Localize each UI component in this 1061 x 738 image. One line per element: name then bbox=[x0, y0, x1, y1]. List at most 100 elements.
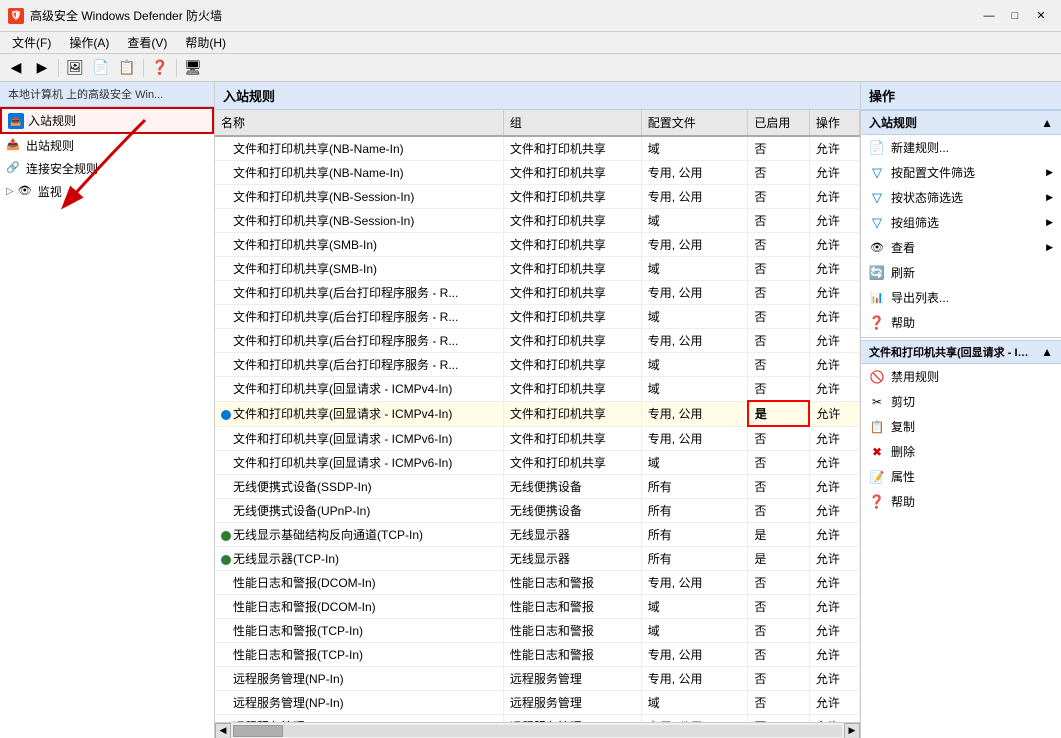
table-row[interactable]: 文件和打印机共享(后台打印程序服务 - R...文件和打印机共享专用, 公用否允… bbox=[215, 281, 860, 305]
action-properties[interactable]: 📝 属性 bbox=[861, 464, 1061, 489]
scroll-left-btn[interactable]: ◀ bbox=[215, 723, 231, 738]
menu-file[interactable]: 文件(F) bbox=[4, 32, 59, 53]
toolbar-properties[interactable]: ❓ bbox=[148, 57, 172, 79]
cell-name: 性能日志和警报(DCOM-In) bbox=[215, 595, 503, 619]
cell-profile: 专用, 公用 bbox=[641, 667, 748, 691]
toolbar-up[interactable]: 🖼 bbox=[63, 57, 87, 79]
action-view[interactable]: 👁 查看 ▶ bbox=[861, 235, 1061, 260]
col-name[interactable]: 名称 bbox=[215, 110, 503, 136]
menu-view[interactable]: 查看(V) bbox=[119, 32, 175, 53]
sidebar-item-outbound[interactable]: 📤 出站规则 bbox=[0, 134, 214, 157]
cell-enabled: 否 bbox=[748, 185, 809, 209]
table-row[interactable]: 文件和打印机共享(后台打印程序服务 - R...文件和打印机共享专用, 公用否允… bbox=[215, 329, 860, 353]
section-collapse-icon[interactable]: ▲ bbox=[1041, 116, 1053, 130]
sidebar-item-inbound-label: 入站规则 bbox=[28, 112, 76, 129]
sidebar-item-inbound[interactable]: 📥 入站规则 bbox=[0, 107, 214, 134]
table-row[interactable]: 性能日志和警报(DCOM-In)性能日志和警报域否允许 bbox=[215, 595, 860, 619]
col-group[interactable]: 组 bbox=[503, 110, 641, 136]
cell-profile: 所有 bbox=[641, 523, 748, 547]
scroll-thumb[interactable] bbox=[233, 725, 283, 737]
action-help-1[interactable]: ❓ 帮助 bbox=[861, 310, 1061, 335]
table-row[interactable]: 远程服务管理(RPC)远程服务管理专用, 公用否允许 bbox=[215, 715, 860, 723]
action-disable-rule[interactable]: 🚫 禁用规则 bbox=[861, 364, 1061, 389]
cell-profile: 专用, 公用 bbox=[641, 643, 748, 667]
table-row[interactable]: 性能日志和警报(TCP-In)性能日志和警报专用, 公用否允许 bbox=[215, 643, 860, 667]
view-icon: 👁 bbox=[869, 240, 885, 256]
section2-collapse-icon[interactable]: ▲ bbox=[1041, 345, 1053, 359]
table-row[interactable]: 文件和打印机共享(回显请求 - ICMPv4-In)文件和打印机共享专用, 公用… bbox=[215, 401, 860, 426]
rules-table: 名称 组 配置文件 已启用 操作 文件和打印机共享(NB-Name-In)文件和… bbox=[215, 110, 860, 722]
action-refresh[interactable]: 🔄 刷新 bbox=[861, 260, 1061, 285]
table-row[interactable]: 文件和打印机共享(回显请求 - ICMPv6-In)文件和打印机共享专用, 公用… bbox=[215, 426, 860, 451]
cell-profile: 域 bbox=[641, 619, 748, 643]
toolbar-new[interactable]: 📄 bbox=[89, 57, 113, 79]
cell-profile: 专用, 公用 bbox=[641, 401, 748, 426]
cell-enabled: 否 bbox=[748, 257, 809, 281]
menu-action[interactable]: 操作(A) bbox=[61, 32, 117, 53]
window-title: 高级安全 Windows Defender 防火墙 bbox=[30, 7, 222, 24]
table-row[interactable]: 无线便携式设备(SSDP-In)无线便携设备所有否允许 bbox=[215, 475, 860, 499]
table-row[interactable]: 文件和打印机共享(NB-Name-In)文件和打印机共享域否允许 bbox=[215, 136, 860, 161]
table-row[interactable]: 文件和打印机共享(NB-Session-In)文件和打印机共享域否允许 bbox=[215, 209, 860, 233]
cell-name: 文件和打印机共享(回显请求 - ICMPv6-In) bbox=[215, 451, 503, 475]
cell-action: 允许 bbox=[809, 305, 859, 329]
cell-group: 文件和打印机共享 bbox=[503, 353, 641, 377]
copy-icon: 📋 bbox=[869, 419, 885, 435]
rules-table-scroll[interactable]: 名称 组 配置文件 已启用 操作 文件和打印机共享(NB-Name-In)文件和… bbox=[215, 110, 860, 722]
toolbar-separator-1 bbox=[58, 59, 59, 77]
action-cut[interactable]: ✂ 剪切 bbox=[861, 389, 1061, 414]
table-row[interactable]: 文件和打印机共享(回显请求 - ICMPv6-In)文件和打印机共享域否允许 bbox=[215, 451, 860, 475]
action-filter-profile[interactable]: ▽ 按配置文件筛选 ▶ bbox=[861, 160, 1061, 185]
col-action[interactable]: 操作 bbox=[809, 110, 859, 136]
middle-panel: 入站规则 名称 组 配置文件 已启用 操作 文件和打印机共享(NB-Name-I… bbox=[215, 82, 861, 738]
sidebar-item-monitor[interactable]: ▷ 👁 监视 bbox=[0, 180, 214, 203]
table-row[interactable]: 远程服务管理(NP-In)远程服务管理域否允许 bbox=[215, 691, 860, 715]
table-row[interactable]: 性能日志和警报(DCOM-In)性能日志和警报专用, 公用否允许 bbox=[215, 571, 860, 595]
col-enabled[interactable]: 已启用 bbox=[748, 110, 809, 136]
scroll-track[interactable] bbox=[233, 725, 842, 737]
inbound-icon: 📥 bbox=[8, 113, 24, 129]
section-separator bbox=[861, 337, 1061, 338]
table-row[interactable]: 文件和打印机共享(SMB-In)文件和打印机共享专用, 公用否允许 bbox=[215, 233, 860, 257]
table-row[interactable]: 文件和打印机共享(回显请求 - ICMPv4-In)文件和打印机共享域否允许 bbox=[215, 377, 860, 402]
maximize-button[interactable]: □ bbox=[1003, 6, 1027, 26]
sidebar-item-connection[interactable]: 🔗 连接安全规则 bbox=[0, 157, 214, 180]
table-row[interactable]: 文件和打印机共享(NB-Name-In)文件和打印机共享专用, 公用否允许 bbox=[215, 161, 860, 185]
cell-name: 文件和打印机共享(NB-Session-In) bbox=[215, 185, 503, 209]
table-row[interactable]: 文件和打印机共享(后台打印程序服务 - R...文件和打印机共享域否允许 bbox=[215, 305, 860, 329]
table-row[interactable]: 无线显示器(TCP-In)无线显示器所有是允许 bbox=[215, 547, 860, 571]
table-row[interactable]: 远程服务管理(NP-In)远程服务管理专用, 公用否允许 bbox=[215, 667, 860, 691]
cell-name: 文件和打印机共享(NB-Name-In) bbox=[215, 136, 503, 161]
horizontal-scrollbar[interactable]: ◀ ▶ bbox=[215, 722, 860, 738]
action-export[interactable]: 📊 导出列表... bbox=[861, 285, 1061, 310]
action-filter-status[interactable]: ▽ 按状态筛选选 ▶ bbox=[861, 185, 1061, 210]
toolbar-delete[interactable]: 📋 bbox=[115, 57, 139, 79]
table-row[interactable]: 文件和打印机共享(SMB-In)文件和打印机共享域否允许 bbox=[215, 257, 860, 281]
col-profile[interactable]: 配置文件 bbox=[641, 110, 748, 136]
action-delete[interactable]: ✖ 删除 bbox=[861, 439, 1061, 464]
action-copy[interactable]: 📋 复制 bbox=[861, 414, 1061, 439]
scroll-right-btn[interactable]: ▶ bbox=[844, 723, 860, 738]
expand-icon: ▷ bbox=[6, 186, 14, 197]
table-row[interactable]: 无线便携式设备(UPnP-In)无线便携设备所有否允许 bbox=[215, 499, 860, 523]
middle-panel-header: 入站规则 bbox=[215, 82, 860, 110]
table-row[interactable]: 无线显示基础结构反向通道(TCP-In)无线显示器所有是允许 bbox=[215, 523, 860, 547]
close-button[interactable]: ✕ bbox=[1029, 6, 1053, 26]
action-new-rule[interactable]: 📄 新建规则... bbox=[861, 135, 1061, 160]
action-section-1-header: 入站规则 ▲ bbox=[861, 110, 1061, 135]
table-row[interactable]: 文件和打印机共享(后台打印程序服务 - R...文件和打印机共享域否允许 bbox=[215, 353, 860, 377]
action-help-2[interactable]: ❓ 帮助 bbox=[861, 489, 1061, 514]
disable-icon: 🚫 bbox=[869, 369, 885, 385]
title-bar: 🛡 高级安全 Windows Defender 防火墙 — □ ✕ bbox=[0, 0, 1061, 32]
menu-help[interactable]: 帮助(H) bbox=[177, 32, 234, 53]
minimize-button[interactable]: — bbox=[977, 6, 1001, 26]
toolbar-back[interactable]: ◀ bbox=[4, 57, 28, 79]
toolbar-forward[interactable]: ▶ bbox=[30, 57, 54, 79]
table-header-row: 名称 组 配置文件 已启用 操作 bbox=[215, 110, 860, 136]
cell-name: 文件和打印机共享(回显请求 - ICMPv6-In) bbox=[215, 426, 503, 451]
cell-group: 性能日志和警报 bbox=[503, 643, 641, 667]
table-row[interactable]: 性能日志和警报(TCP-In)性能日志和警报域否允许 bbox=[215, 619, 860, 643]
action-filter-group[interactable]: ▽ 按组筛选 ▶ bbox=[861, 210, 1061, 235]
table-row[interactable]: 文件和打印机共享(NB-Session-In)文件和打印机共享专用, 公用否允许 bbox=[215, 185, 860, 209]
toolbar-refresh[interactable]: 🖥 bbox=[181, 57, 205, 79]
